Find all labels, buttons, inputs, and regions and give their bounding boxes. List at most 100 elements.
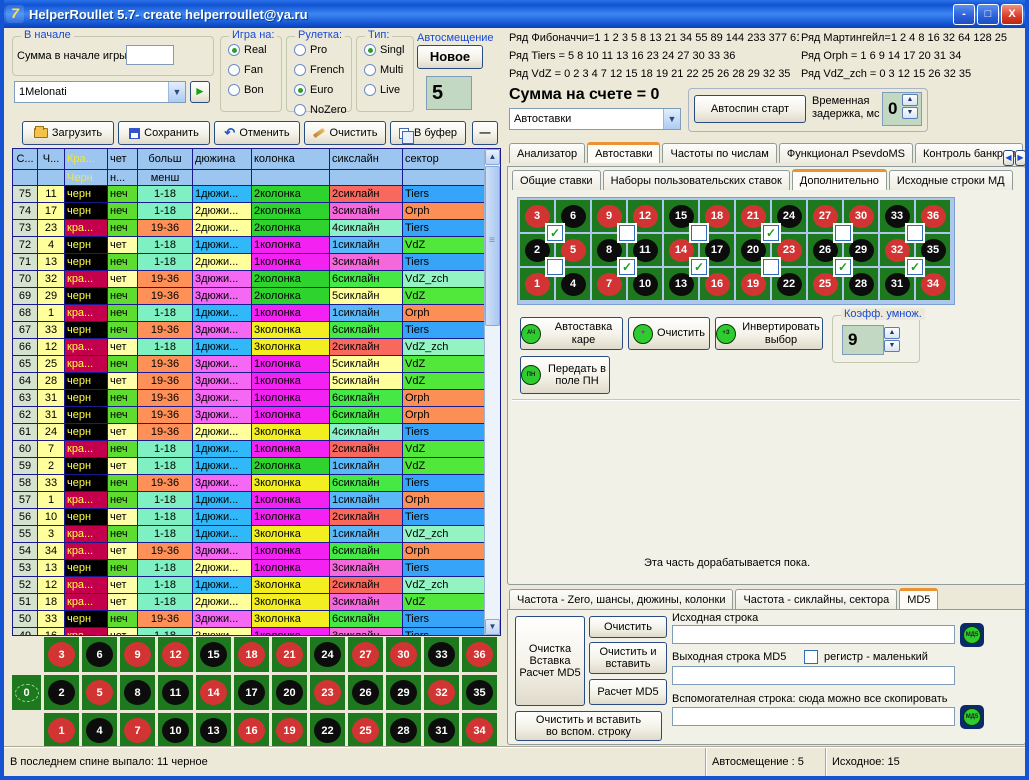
- table-cell[interactable]: 3колонка: [252, 611, 330, 628]
- table-cell[interactable]: 19-36: [138, 220, 193, 237]
- table-cell[interactable]: VdZ: [403, 373, 486, 390]
- table-cell[interactable]: 1дюжи...: [193, 237, 252, 254]
- scrollbar-thumb[interactable]: [485, 166, 500, 326]
- board-cell-32[interactable]: 32: [424, 675, 459, 710]
- board-cell-22[interactable]: 22: [310, 713, 345, 748]
- table-cell[interactable]: 2колонка: [252, 220, 330, 237]
- table-cell[interactable]: 53: [13, 560, 38, 577]
- table-cell[interactable]: 3: [38, 526, 65, 543]
- radio-icon[interactable]: [364, 64, 376, 76]
- table-cell[interactable]: 1-18: [138, 203, 193, 220]
- board-cell-24[interactable]: 24: [310, 637, 345, 672]
- table-cell[interactable]: 66: [13, 339, 38, 356]
- table-cell[interactable]: 31: [38, 407, 65, 424]
- table-cell[interactable]: 1сиклайн: [330, 492, 403, 509]
- table-cell[interactable]: 1: [38, 492, 65, 509]
- table-cell[interactable]: 1-18: [138, 560, 193, 577]
- table-cell[interactable]: кра...: [65, 356, 108, 373]
- table-cell[interactable]: черн: [65, 475, 108, 492]
- table-cell[interactable]: 1колонка: [252, 509, 330, 526]
- table-cell[interactable]: Orph: [403, 492, 486, 509]
- board-cell-34[interactable]: 34: [462, 713, 497, 748]
- table-cell[interactable]: Tiers: [403, 628, 486, 636]
- table-cell[interactable]: 2дюжи...: [193, 254, 252, 271]
- table-cell[interactable]: неч: [108, 186, 138, 203]
- board-cell-23[interactable]: 23: [310, 675, 345, 710]
- radio-icon[interactable]: [228, 64, 240, 76]
- table-cell[interactable]: черн: [65, 560, 108, 577]
- table-cell[interactable]: 71: [13, 254, 38, 271]
- table-cell[interactable]: 13: [38, 560, 65, 577]
- board-cell-29[interactable]: 29: [386, 675, 421, 710]
- table-cell[interactable]: 12: [38, 577, 65, 594]
- table-cell[interactable]: 1-18: [138, 577, 193, 594]
- table-cell[interactable]: 33: [38, 475, 65, 492]
- table-cell[interactable]: 1-18: [138, 628, 193, 636]
- table-cell[interactable]: 6сиклайн: [330, 543, 403, 560]
- invert-selection-button[interactable]: +З Инвертировать выбор: [715, 317, 823, 350]
- table-cell[interactable]: неч: [108, 356, 138, 373]
- autospin-start-button[interactable]: Автоспин старт: [694, 95, 806, 123]
- table-cell[interactable]: кра...: [65, 594, 108, 611]
- table-cell[interactable]: черн: [65, 509, 108, 526]
- board-cell-14[interactable]: 14: [196, 675, 231, 710]
- table-cell[interactable]: 1дюжи...: [193, 458, 252, 475]
- table-cell[interactable]: 6сиклайн: [330, 271, 403, 288]
- autoset-kare-button[interactable]: АЧ Автоставка каре: [520, 317, 623, 350]
- koeff-value[interactable]: 9: [842, 325, 884, 355]
- table-cell[interactable]: 1дюжи...: [193, 509, 252, 526]
- table-cell[interactable]: 2: [38, 458, 65, 475]
- table-cell[interactable]: черн: [65, 458, 108, 475]
- radio-icon[interactable]: [294, 64, 306, 76]
- source-string-input[interactable]: [672, 625, 955, 644]
- table-cell[interactable]: Tiers: [403, 322, 486, 339]
- table-cell[interactable]: 4: [38, 237, 65, 254]
- minimize-button[interactable]: -: [953, 4, 975, 25]
- tab-main-4[interactable]: Функционал PsevdoMS: [779, 143, 913, 163]
- table-cell[interactable]: 19-36: [138, 373, 193, 390]
- board-cell-13[interactable]: 13: [196, 713, 231, 748]
- table-cell[interactable]: 1-18: [138, 594, 193, 611]
- table-cell[interactable]: 3дюжи...: [193, 356, 252, 373]
- table-cell[interactable]: неч: [108, 288, 138, 305]
- md5-clear-button[interactable]: Очистить: [589, 616, 667, 638]
- board-cell-16[interactable]: 16: [234, 713, 269, 748]
- table-cell[interactable]: 58: [13, 475, 38, 492]
- table-cell[interactable]: 10: [38, 509, 65, 526]
- table-cell[interactable]: Orph: [403, 305, 486, 322]
- board-cell-4[interactable]: 4: [82, 713, 117, 748]
- table-cell[interactable]: 1-18: [138, 237, 193, 254]
- table-cell[interactable]: 19-36: [138, 356, 193, 373]
- table-cell[interactable]: черн: [65, 254, 108, 271]
- table-cell[interactable]: 4сиклайн: [330, 220, 403, 237]
- table-cell[interactable]: 1колонка: [252, 390, 330, 407]
- board-cell-21[interactable]: 21: [272, 637, 307, 672]
- radio-icon[interactable]: [294, 84, 306, 96]
- table-cell[interactable]: 1дюжи...: [193, 441, 252, 458]
- new-button[interactable]: Новое: [417, 45, 483, 69]
- board-cell-35[interactable]: 35: [462, 675, 497, 710]
- table-cell[interactable]: 3дюжи...: [193, 322, 252, 339]
- table-cell[interactable]: 2сиклайн: [330, 339, 403, 356]
- table-cell[interactable]: 19-36: [138, 407, 193, 424]
- table-cell[interactable]: 72: [13, 237, 38, 254]
- table-cell[interactable]: 3дюжи...: [193, 271, 252, 288]
- table-cell[interactable]: 19-36: [138, 271, 193, 288]
- table-cell[interactable]: 65: [13, 356, 38, 373]
- table-cell[interactable]: черн: [65, 186, 108, 203]
- table-cell[interactable]: 1колонка: [252, 628, 330, 636]
- table-cell[interactable]: 16: [38, 628, 65, 636]
- bet-checkbox-top-2[interactable]: [619, 225, 635, 241]
- table-cell[interactable]: 75: [13, 186, 38, 203]
- table-cell[interactable]: 3сиклайн: [330, 560, 403, 577]
- table-cell[interactable]: 63: [13, 390, 38, 407]
- maximize-button[interactable]: □: [977, 4, 999, 25]
- table-cell[interactable]: черн: [65, 373, 108, 390]
- table-cell[interactable]: 1-18: [138, 186, 193, 203]
- table-cell[interactable]: Tiers: [403, 509, 486, 526]
- table-cell[interactable]: кра...: [65, 526, 108, 543]
- table-cell[interactable]: 1дюжи...: [193, 305, 252, 322]
- table-cell[interactable]: 1сиклайн: [330, 305, 403, 322]
- table-cell[interactable]: кра...: [65, 441, 108, 458]
- radio-tip-multi[interactable]: Multi: [364, 62, 413, 77]
